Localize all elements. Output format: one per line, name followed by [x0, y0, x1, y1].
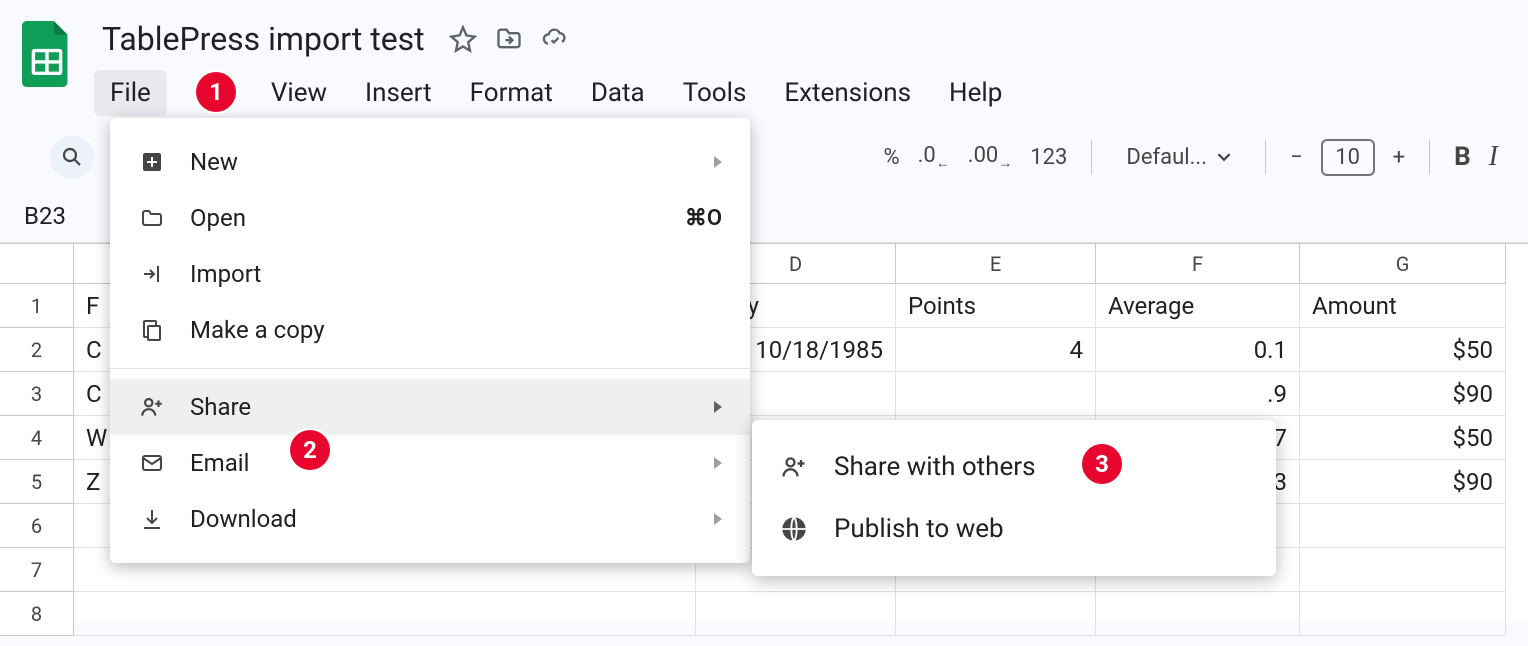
file-menu-dropdown: New Open ⌘O Import Make a copy Share Ema…: [110, 118, 750, 563]
submenu-item-label: Publish to web: [834, 514, 1004, 544]
menu-item-open[interactable]: Open ⌘O: [110, 190, 750, 246]
menu-item-email[interactable]: Email: [110, 435, 750, 491]
submenu-arrow-icon: [714, 457, 722, 469]
toolbar-divider: [1265, 140, 1266, 174]
menu-item-label: Make a copy: [190, 316, 325, 344]
menu-item-import[interactable]: Import: [110, 246, 750, 302]
menu-shortcut: ⌘O: [685, 206, 722, 231]
copy-icon: [138, 316, 166, 344]
menu-view[interactable]: View: [255, 70, 343, 116]
row-header[interactable]: 2: [0, 328, 74, 372]
cell[interactable]: [1300, 592, 1506, 636]
download-icon: [138, 505, 166, 533]
toolbar-increase-decimals[interactable]: .00→: [968, 143, 1013, 171]
globe-icon: [780, 515, 808, 543]
toolbar-percent[interactable]: %: [883, 145, 899, 170]
column-header[interactable]: F: [1096, 244, 1300, 284]
cell[interactable]: [1300, 548, 1506, 592]
cell[interactable]: [896, 372, 1096, 416]
submenu-item-label: Share with others: [834, 452, 1036, 482]
cell[interactable]: Amount: [1300, 284, 1506, 328]
row-header[interactable]: 5: [0, 460, 74, 504]
cell[interactable]: $50: [1300, 328, 1506, 372]
cell[interactable]: Average: [1096, 284, 1300, 328]
annotation-badge-1: 1: [196, 72, 236, 112]
cell[interactable]: Points: [896, 284, 1096, 328]
cloud-status-icon[interactable]: [541, 25, 569, 53]
menu-item-label: Download: [190, 505, 297, 533]
menu-item-label: Share: [190, 393, 251, 421]
menu-tools[interactable]: Tools: [667, 70, 763, 116]
sheets-logo[interactable]: [20, 18, 74, 90]
submenu-arrow-icon: [714, 401, 722, 413]
annotation-badge-3: 3: [1082, 444, 1122, 484]
toolbar-font-increase[interactable]: +: [1393, 145, 1405, 170]
menu-extensions[interactable]: Extensions: [768, 70, 927, 116]
cell[interactable]: [896, 592, 1096, 636]
toolbar-font-decrease[interactable]: −: [1290, 145, 1303, 170]
cell[interactable]: [696, 592, 896, 636]
toolbar-divider: [1091, 140, 1092, 174]
annotation-badge-2: 2: [290, 430, 330, 470]
column-header[interactable]: G: [1300, 244, 1506, 284]
menubar: File Edit View Insert Format Data Tools …: [94, 60, 1508, 116]
new-sheet-icon: [138, 148, 166, 176]
import-icon: [138, 260, 166, 288]
row-header[interactable]: 3: [0, 372, 74, 416]
menu-file[interactable]: File: [94, 70, 167, 116]
toolbar-italic[interactable]: I: [1489, 141, 1498, 173]
row-header[interactable]: 8: [0, 592, 74, 636]
cell[interactable]: .9: [1096, 372, 1300, 416]
share-icon: [138, 393, 166, 421]
menu-item-download[interactable]: Download: [110, 491, 750, 547]
submenu-publish-to-web[interactable]: Publish to web: [752, 498, 1276, 560]
row-header[interactable]: 6: [0, 504, 74, 548]
cell[interactable]: 0.1: [1096, 328, 1300, 372]
toolbar-font-name: Defaul...: [1126, 145, 1207, 170]
cell[interactable]: [74, 592, 696, 636]
menu-separator: [110, 368, 750, 369]
menu-item-label: New: [190, 148, 238, 176]
menu-data[interactable]: Data: [575, 70, 661, 116]
toolbar-divider: [1429, 140, 1430, 174]
document-title[interactable]: TablePress import test: [96, 18, 431, 60]
menu-item-make-copy[interactable]: Make a copy: [110, 302, 750, 358]
menu-item-share[interactable]: Share: [110, 379, 750, 435]
menu-format[interactable]: Format: [454, 70, 569, 116]
toolbar-font-size-input[interactable]: 10: [1321, 139, 1375, 176]
submenu-arrow-icon: [714, 513, 722, 525]
cell[interactable]: $50: [1300, 416, 1506, 460]
row-header[interactable]: 1: [0, 284, 74, 328]
cell[interactable]: $90: [1300, 372, 1506, 416]
menu-item-label: Email: [190, 449, 249, 477]
cell[interactable]: $90: [1300, 460, 1506, 504]
menu-item-label: Import: [190, 260, 261, 288]
menu-help[interactable]: Help: [933, 70, 1018, 116]
toolbar-search-button[interactable]: [50, 135, 94, 179]
move-icon[interactable]: [495, 25, 523, 53]
name-box[interactable]: B23: [14, 196, 100, 236]
star-icon[interactable]: [449, 25, 477, 53]
column-header[interactable]: E: [896, 244, 1096, 284]
cell[interactable]: [1096, 592, 1300, 636]
row-header[interactable]: 4: [0, 416, 74, 460]
email-icon: [138, 449, 166, 477]
menu-item-new[interactable]: New: [110, 134, 750, 190]
toolbar-bold[interactable]: B: [1454, 142, 1471, 172]
row-header[interactable]: 7: [0, 548, 74, 592]
submenu-arrow-icon: [714, 156, 722, 168]
menu-item-label: Open: [190, 204, 246, 232]
toolbar-decrease-decimals[interactable]: .0←: [918, 143, 950, 171]
toolbar-format-123[interactable]: 123: [1030, 145, 1067, 170]
cell[interactable]: [1300, 504, 1506, 548]
folder-icon: [138, 204, 166, 232]
menu-insert[interactable]: Insert: [349, 70, 448, 116]
share-icon: [780, 453, 808, 481]
submenu-share-with-others[interactable]: Share with others: [752, 436, 1276, 498]
toolbar-font-select[interactable]: Defaul...: [1116, 139, 1241, 176]
share-submenu: Share with others Publish to web: [752, 420, 1276, 576]
cell[interactable]: 4: [896, 328, 1096, 372]
